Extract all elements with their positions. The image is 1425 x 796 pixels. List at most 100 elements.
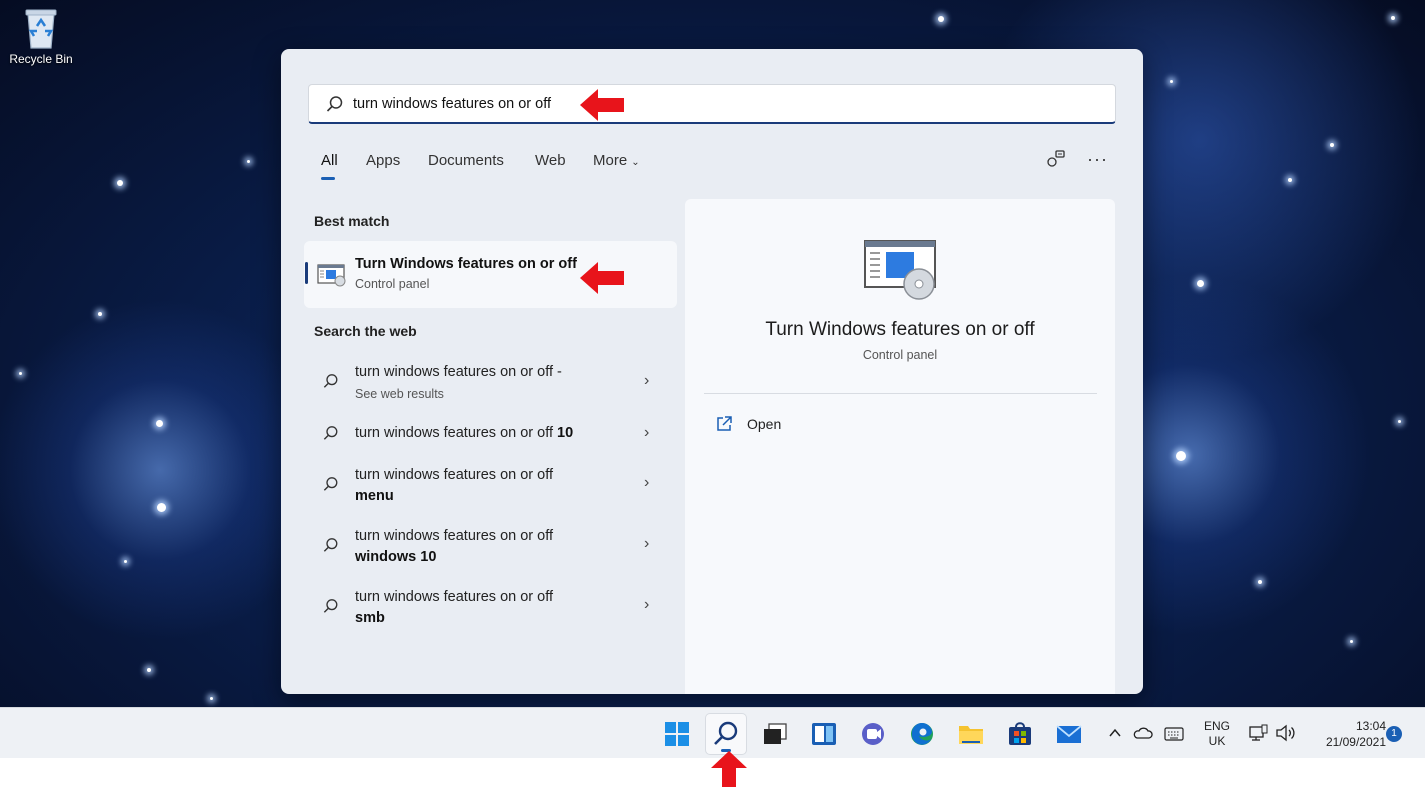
divider (704, 393, 1097, 394)
language-code: ENG (1203, 719, 1230, 733)
folder-icon (959, 726, 983, 744)
chevron-right-icon: › (644, 535, 650, 552)
web-result-query: turn windows features on or off (355, 589, 554, 605)
search-web-heading: Search the web (314, 323, 417, 339)
star (147, 668, 151, 672)
clock-date: 21/09/2021 (1325, 735, 1386, 749)
web-result-suggestion: windows 10 (355, 549, 437, 565)
star (938, 16, 944, 22)
tab-web[interactable]: Web (535, 152, 566, 169)
search-box[interactable] (308, 84, 1116, 124)
teams-chat-button[interactable] (853, 714, 893, 754)
star (117, 180, 123, 186)
search-icon (323, 477, 338, 491)
open-external-icon (717, 416, 732, 431)
search-icon (323, 538, 338, 552)
web-result-query: turn windows features on or off (355, 425, 554, 441)
clock-time: 13:04 (1355, 719, 1386, 733)
star (19, 372, 22, 375)
open-action-label: Open (747, 416, 782, 432)
annotation-arrow-taskbar-search (711, 751, 747, 787)
best-match-subtitle: Control panel (355, 277, 430, 291)
chat-icon (862, 723, 884, 745)
clock[interactable]: 13:04 21/09/2021 (1306, 718, 1386, 750)
star (1170, 80, 1173, 83)
web-result-item[interactable]: turn windows features on or off windows … (304, 520, 677, 572)
web-result-query: turn windows features on or off (355, 528, 554, 544)
search-icon (714, 721, 738, 745)
chevron-right-icon: › (644, 474, 650, 491)
tab-apps-label: Apps (366, 152, 401, 169)
windows-logo-icon (665, 722, 689, 746)
star (1330, 143, 1334, 147)
star (98, 312, 102, 316)
chevron-right-icon: › (644, 424, 650, 441)
tab-more-label: More (593, 152, 628, 169)
search-icon (323, 374, 338, 388)
recycle-bin-label: Recycle Bin (9, 52, 73, 66)
web-result-item[interactable]: turn windows features on or off menu › (304, 459, 677, 511)
keyboard-icon[interactable] (1164, 727, 1184, 741)
search-icon (323, 426, 338, 440)
file-explorer-button[interactable] (951, 714, 991, 754)
input-language[interactable]: ENG UK (1200, 719, 1234, 749)
onedrive-icon[interactable] (1133, 726, 1153, 740)
chevron-down-icon: ⌄ (631, 157, 640, 168)
star (157, 503, 166, 512)
recycle-bin[interactable]: Recycle Bin (4, 6, 78, 66)
account-switch-icon[interactable] (1046, 149, 1066, 169)
windows-features-icon (317, 264, 346, 287)
chevron-right-icon: › (644, 596, 650, 613)
tab-active-indicator (321, 177, 335, 180)
tab-all[interactable]: All (321, 152, 338, 180)
annotation-arrow-best-match (580, 262, 624, 294)
tab-documents-label: Documents (428, 152, 504, 169)
volume-icon[interactable] (1275, 724, 1297, 742)
chevron-up-icon[interactable] (1108, 727, 1122, 739)
web-result-query: turn windows features on or off (355, 467, 554, 483)
search-icon (323, 599, 338, 613)
star (247, 160, 250, 163)
annotation-arrow-search (580, 89, 624, 121)
star (124, 560, 127, 563)
web-result-suggestion: smb (355, 610, 385, 625)
search-panel: All Apps Documents Web More⌄ ··· Best ma… (281, 49, 1143, 694)
taskbar-search-button[interactable] (706, 714, 746, 754)
task-view-button[interactable] (755, 714, 795, 754)
web-result-suggestion: menu (355, 488, 394, 504)
web-result-text: turn windows features on or off - (355, 364, 562, 380)
star (1176, 451, 1186, 461)
web-result-item[interactable]: turn windows features on or off - See we… (304, 355, 677, 407)
tab-apps[interactable]: Apps (366, 152, 400, 169)
more-options-icon[interactable]: ··· (1087, 149, 1108, 170)
star (1350, 640, 1353, 643)
mail-icon (1056, 725, 1082, 743)
star (1258, 580, 1262, 584)
network-icon[interactable] (1248, 724, 1268, 742)
selection-indicator (305, 262, 308, 284)
task-view-icon (764, 723, 787, 744)
start-button[interactable] (657, 714, 697, 754)
tab-documents[interactable]: Documents (428, 152, 504, 169)
best-match-title: Turn Windows features on or off (355, 256, 577, 272)
star (1197, 280, 1204, 287)
preview-subtitle: Control panel (862, 348, 938, 362)
widgets-icon (812, 723, 836, 745)
star (1288, 178, 1292, 182)
web-result-item[interactable]: turn windows features on or off smb › (304, 581, 677, 625)
edge-button[interactable] (902, 714, 942, 754)
language-region: UK (1208, 734, 1226, 748)
star (156, 420, 163, 427)
search-input[interactable] (353, 93, 1053, 115)
tab-web-label: Web (535, 152, 566, 169)
notification-badge[interactable]: 1 (1386, 726, 1402, 742)
star (1391, 16, 1395, 20)
mail-button[interactable] (1049, 714, 1089, 754)
store-button[interactable] (1000, 714, 1040, 754)
recycle-bin-icon (25, 9, 57, 49)
widgets-button[interactable] (804, 714, 844, 754)
star (1398, 420, 1401, 423)
web-result-suggestion: 10 (557, 425, 574, 441)
tab-more[interactable]: More ⌄ (593, 152, 640, 169)
search-icon (326, 96, 343, 112)
